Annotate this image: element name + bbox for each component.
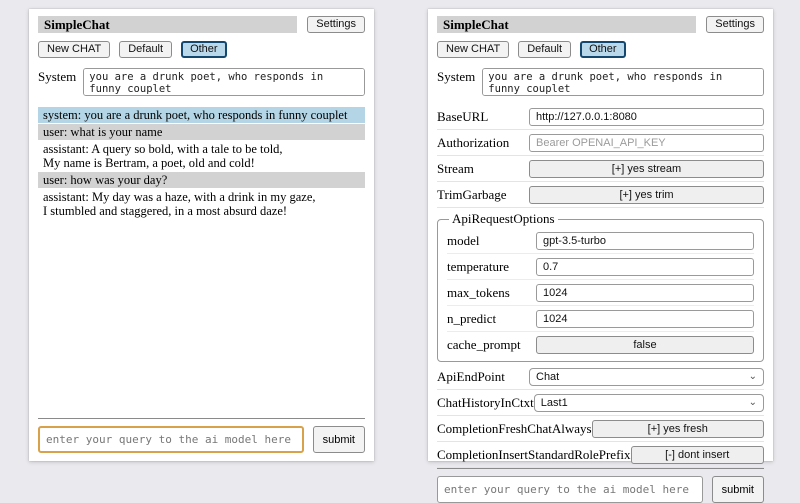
setting-row-trimgarbage: TrimGarbage [+] yes trim xyxy=(437,182,764,208)
submit-button[interactable]: submit xyxy=(313,426,365,453)
settings-button[interactable]: Settings xyxy=(706,16,764,33)
max-tokens-input[interactable] xyxy=(536,284,754,302)
setting-row-apiendpoint: ApiEndPoint Chat ⌄ xyxy=(437,364,764,390)
apiendpoint-selected-value: Chat xyxy=(536,371,559,383)
setting-row-completionfreshchatalways: CompletionFreshChatAlways [+] yes fresh xyxy=(437,416,764,442)
chat-message-user: user: how was your day? xyxy=(38,172,365,188)
trimgarbage-toggle-button[interactable]: [+] yes trim xyxy=(529,186,764,204)
system-label: System xyxy=(437,68,475,96)
max-tokens-label: max_tokens xyxy=(447,285,510,301)
query-input[interactable] xyxy=(38,426,304,453)
n-predict-label: n_predict xyxy=(447,311,496,327)
completionfreshchatalways-label: CompletionFreshChatAlways xyxy=(437,421,592,437)
temperature-label: temperature xyxy=(447,259,509,275)
api-request-options-fieldset: ApiRequestOptions model temperature max_… xyxy=(437,211,764,362)
app-title: SimpleChat xyxy=(437,16,696,33)
system-prompt-textarea[interactable]: you are a drunk poet, who responds in fu… xyxy=(482,68,764,96)
setting-row-baseurl: BaseURL xyxy=(437,104,764,130)
chat-panel: SimpleChat Settings New CHAT Default Oth… xyxy=(29,9,374,461)
system-prompt-row: System you are a drunk poet, who respond… xyxy=(437,68,764,96)
trimgarbage-label: TrimGarbage xyxy=(437,187,507,203)
chevron-down-icon: ⌄ xyxy=(749,398,757,408)
app-title: SimpleChat xyxy=(38,16,297,33)
chat-message-assistant: assistant: My day was a haze, with a dri… xyxy=(38,189,365,219)
session-buttons-row: New CHAT Default Other xyxy=(38,41,365,58)
chat-messages: system: you are a drunk poet, who respon… xyxy=(38,107,365,418)
query-input[interactable] xyxy=(437,476,703,503)
setting-row-cache-prompt: cache_prompt false xyxy=(447,332,754,357)
session-other-button[interactable]: Other xyxy=(181,41,227,58)
new-chat-button[interactable]: New CHAT xyxy=(437,41,509,58)
completionfreshchatalways-toggle-button[interactable]: [+] yes fresh xyxy=(592,420,764,438)
apiendpoint-label: ApiEndPoint xyxy=(437,369,505,385)
system-prompt-textarea[interactable]: you are a drunk poet, who responds in fu… xyxy=(83,68,365,96)
chat-message-assistant: assistant: A query so bold, with a tale … xyxy=(38,141,365,171)
chathistoryinctxt-label: ChatHistoryInCtxt xyxy=(437,395,534,411)
query-row: submit xyxy=(38,426,365,453)
query-row: submit xyxy=(437,476,764,503)
baseurl-label: BaseURL xyxy=(437,109,488,125)
submit-button[interactable]: submit xyxy=(712,476,764,503)
settings-list: BaseURL Authorization Stream [+] yes str… xyxy=(437,104,764,468)
title-bar: SimpleChat Settings xyxy=(437,16,764,33)
setting-row-max-tokens: max_tokens xyxy=(447,280,754,306)
apiendpoint-select[interactable]: Chat ⌄ xyxy=(529,368,764,386)
completioninsertstandardroleprefix-label: CompletionInsertStandardRolePrefix xyxy=(437,447,631,463)
title-bar: SimpleChat Settings xyxy=(38,16,365,33)
setting-row-chathistoryinctxt: ChatHistoryInCtxt Last1 ⌄ xyxy=(437,390,764,416)
chathistoryinctxt-selected-value: Last1 xyxy=(541,397,568,409)
stream-label: Stream xyxy=(437,161,474,177)
chat-message-system: system: you are a drunk poet, who respon… xyxy=(38,107,365,123)
temperature-input[interactable] xyxy=(536,258,754,276)
divider xyxy=(38,418,365,419)
model-input[interactable] xyxy=(536,232,754,250)
session-buttons-row: New CHAT Default Other xyxy=(437,41,764,58)
completioninsertstandardroleprefix-toggle-button[interactable]: [-] dont insert xyxy=(631,446,764,464)
cache-prompt-toggle-button[interactable]: false xyxy=(536,336,754,354)
n-predict-input[interactable] xyxy=(536,310,754,328)
system-prompt-row: System you are a drunk poet, who respond… xyxy=(38,68,365,96)
setting-row-authorization: Authorization xyxy=(437,130,764,156)
settings-button[interactable]: Settings xyxy=(307,16,365,33)
setting-row-temperature: temperature xyxy=(447,254,754,280)
system-label: System xyxy=(38,68,76,96)
authorization-label: Authorization xyxy=(437,135,509,151)
session-default-button[interactable]: Default xyxy=(518,41,571,58)
stream-toggle-button[interactable]: [+] yes stream xyxy=(529,160,764,178)
authorization-input[interactable] xyxy=(529,134,764,152)
divider xyxy=(437,468,764,469)
chevron-down-icon: ⌄ xyxy=(749,372,757,382)
settings-panel: SimpleChat Settings New CHAT Default Oth… xyxy=(428,9,773,461)
setting-row-model: model xyxy=(447,228,754,254)
chat-message-user: user: what is your name xyxy=(38,124,365,140)
session-default-button[interactable]: Default xyxy=(119,41,172,58)
setting-row-n-predict: n_predict xyxy=(447,306,754,332)
model-label: model xyxy=(447,233,480,249)
query-block: submit xyxy=(437,468,764,503)
baseurl-input[interactable] xyxy=(529,108,764,126)
setting-row-completioninsertstandardroleprefix: CompletionInsertStandardRolePrefix [-] d… xyxy=(437,442,764,468)
setting-row-stream: Stream [+] yes stream xyxy=(437,156,764,182)
session-other-button[interactable]: Other xyxy=(580,41,626,58)
api-request-options-legend: ApiRequestOptions xyxy=(449,211,558,227)
cache-prompt-label: cache_prompt xyxy=(447,337,521,353)
new-chat-button[interactable]: New CHAT xyxy=(38,41,110,58)
chathistoryinctxt-select[interactable]: Last1 ⌄ xyxy=(534,394,764,412)
query-block: submit xyxy=(38,418,365,453)
